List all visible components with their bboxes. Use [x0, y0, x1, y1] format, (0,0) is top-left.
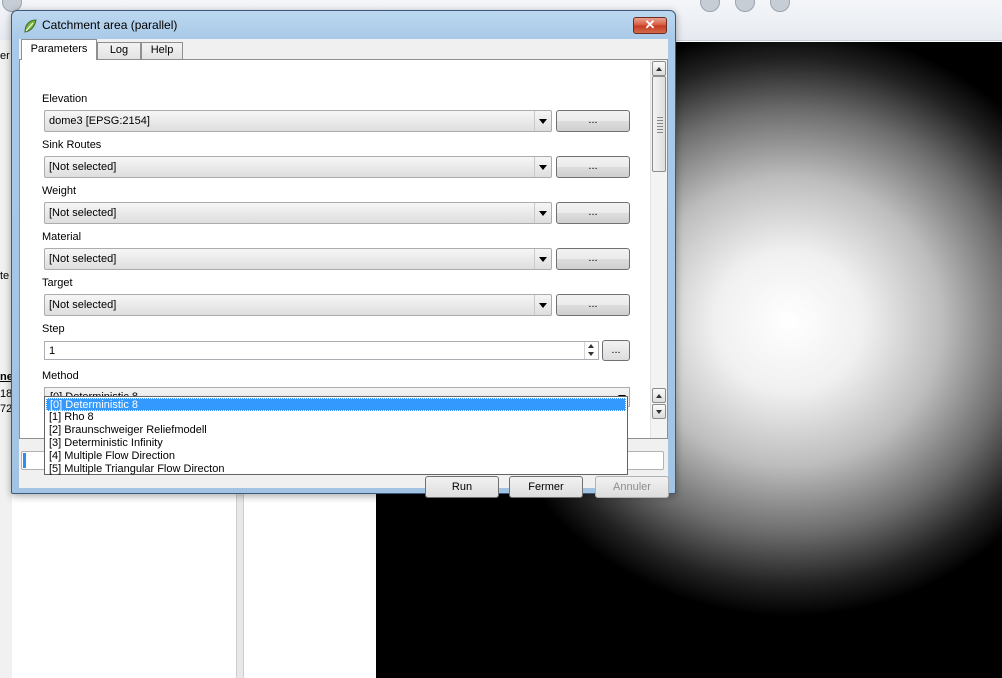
- arrow-up-icon: [656, 67, 662, 71]
- close-window-button[interactable]: ✕: [633, 17, 667, 34]
- tab-help[interactable]: Help: [141, 42, 183, 59]
- spin-buttons[interactable]: [584, 342, 598, 359]
- progress-fill: [23, 453, 26, 468]
- chevron-down-icon[interactable]: [534, 111, 551, 131]
- method-option[interactable]: [2] Braunschweiger Reliefmodell: [46, 424, 626, 437]
- combo-value: [Not selected]: [49, 299, 117, 311]
- param-label: Elevation: [42, 93, 88, 105]
- elevation-combo[interactable]: dome3 [EPSG:2154]: [44, 110, 552, 132]
- combo-value: dome3 [EPSG:2154]: [49, 115, 150, 127]
- qgis-app-icon: [24, 19, 37, 33]
- combo-value: [Not selected]: [49, 207, 117, 219]
- step-label: Step: [42, 323, 65, 335]
- toolbar-tool-icon[interactable]: [735, 0, 755, 12]
- method-option[interactable]: [1] Rho 8: [46, 411, 626, 424]
- arrow-up-icon: [656, 394, 662, 398]
- step-value: 1: [49, 345, 56, 357]
- close-icon: ✕: [644, 17, 656, 32]
- run-button[interactable]: Run: [425, 476, 499, 498]
- method-option[interactable]: [4] Multiple Flow Direction: [46, 450, 626, 463]
- grip-icon: [657, 117, 663, 133]
- sink-routes-browse-button[interactable]: ...: [556, 156, 630, 178]
- combo-value: [Not selected]: [49, 161, 117, 173]
- param-label: Target: [42, 277, 73, 289]
- scroll-up-button[interactable]: [652, 61, 666, 76]
- chevron-down-icon[interactable]: [534, 157, 551, 177]
- dialog-titlebar[interactable]: Catchment area (parallel) ✕: [12, 11, 675, 39]
- method-option[interactable]: [3] Deterministic Infinity: [46, 437, 626, 450]
- chevron-down-icon[interactable]: [534, 203, 551, 223]
- step-browse-button[interactable]: ...: [602, 340, 630, 361]
- target-browse-button[interactable]: ...: [556, 294, 630, 316]
- panel-text-fragment: te: [0, 270, 10, 282]
- tab-bar: Parameters Log Help: [19, 39, 668, 60]
- spin-down-icon[interactable]: [588, 352, 594, 356]
- close-button[interactable]: Fermer: [509, 476, 583, 498]
- panel-text-fragment: er: [0, 50, 10, 62]
- combo-value: [Not selected]: [49, 253, 117, 265]
- weight-browse-button[interactable]: ...: [556, 202, 630, 224]
- scroll-down-button[interactable]: [652, 404, 666, 419]
- parameters-scroll-area[interactable]: Elevation dome3 [EPSG:2154] ... Sink Rou…: [20, 60, 650, 438]
- material-browse-button[interactable]: ...: [556, 248, 630, 270]
- chevron-down-icon[interactable]: [534, 249, 551, 269]
- parameters-panel: Elevation dome3 [EPSG:2154] ... Sink Rou…: [19, 59, 668, 439]
- cancel-button[interactable]: Annuler: [595, 476, 669, 498]
- arrow-down-icon: [656, 410, 662, 414]
- param-label: Material: [42, 231, 82, 243]
- scroll-up-button-lower[interactable]: [652, 388, 666, 403]
- material-combo[interactable]: [Not selected]: [44, 248, 552, 270]
- elevation-browse-button[interactable]: ...: [556, 110, 630, 132]
- tab-log[interactable]: Log: [97, 42, 141, 59]
- method-option[interactable]: [0] Deterministic 8: [46, 398, 626, 411]
- sink-routes-combo[interactable]: [Not selected]: [44, 156, 552, 178]
- param-label: Weight: [42, 185, 77, 197]
- tab-parameters[interactable]: Parameters: [21, 39, 97, 60]
- target-combo[interactable]: [Not selected]: [44, 294, 552, 316]
- method-dropdown-list[interactable]: [0] Deterministic 8 [1] Rho 8 [2] Brauns…: [44, 396, 628, 475]
- param-label: Sink Routes: [42, 139, 102, 151]
- dialog-title: Catchment area (parallel): [42, 18, 178, 32]
- step-spinbox[interactable]: 1: [44, 341, 599, 360]
- spin-up-icon[interactable]: [588, 344, 594, 348]
- method-label: Method: [42, 370, 79, 382]
- vertical-scrollbar[interactable]: [650, 60, 667, 438]
- chevron-down-icon[interactable]: [534, 295, 551, 315]
- method-option[interactable]: [5] Multiple Triangular Flow Directon: [46, 463, 626, 476]
- weight-combo[interactable]: [Not selected]: [44, 202, 552, 224]
- scroll-thumb[interactable]: [652, 76, 666, 172]
- toolbar-tool-icon[interactable]: [700, 0, 720, 12]
- toolbar-tool-icon[interactable]: [770, 0, 790, 12]
